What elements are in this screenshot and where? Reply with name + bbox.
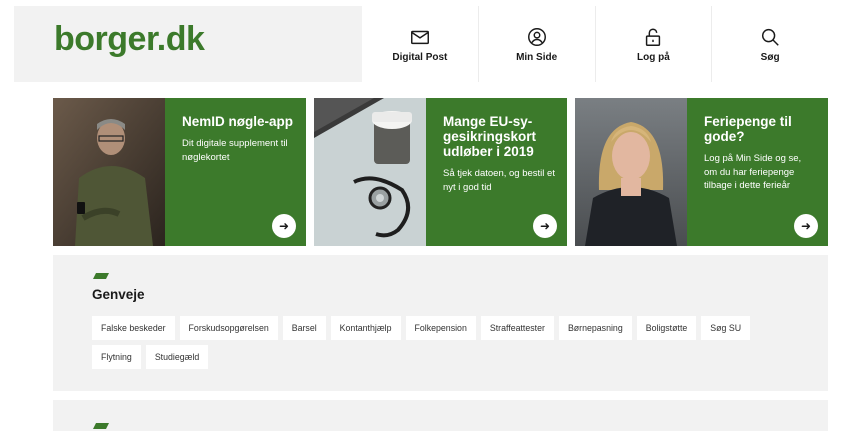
card-text: Dit digitale supplement til nøglekortet (182, 138, 288, 163)
card-content: NemID nøgle-app Dit digitale supplement … (165, 98, 306, 246)
genveje-section: Genveje Falske beskeder Forskudsopgørels… (53, 255, 828, 391)
arrow-right-icon[interactable]: ➜ (533, 214, 557, 238)
card-image-stethoscope (314, 98, 426, 246)
card-nemid[interactable]: NemID nøgle-app Dit digitale supplement … (53, 98, 306, 246)
arrow-right-icon[interactable]: ➜ (794, 214, 818, 238)
nav-label: Søg (760, 51, 780, 63)
shortcut-link[interactable]: Folkepension (405, 316, 476, 340)
shortcut-links: Falske beskeder Forskudsopgørelsen Barse… (92, 316, 782, 369)
next-section (53, 400, 828, 431)
section-title: Genveje (92, 287, 145, 302)
search-icon (762, 28, 779, 46)
shortcut-link[interactable]: Barsel (282, 316, 326, 340)
top-nav: Digital Post Min Side Log på Søg (362, 6, 828, 82)
nav-sog[interactable]: Søg (711, 6, 828, 82)
nav-label: Log på (636, 51, 670, 63)
envelope-icon (410, 30, 429, 44)
user-icon (527, 27, 546, 46)
nav-min-side[interactable]: Min Side (477, 6, 595, 82)
site-header: borger.dk Digital Post Min Side Log på S… (14, 6, 828, 82)
card-image-man-phone (53, 98, 165, 246)
card-eu-sygesikringskort[interactable]: Mange EU-sy-gesikringskort udløber i 201… (314, 98, 567, 246)
card-title: Mange EU-sy-gesikringskort udløber i 201… (443, 114, 537, 159)
card-text: Så tjek datoen, og bestil et nyt i god t… (443, 168, 555, 193)
card-feriepenge[interactable]: Feriepenge til gode? Log på Min Side og … (575, 98, 828, 246)
shortcut-link[interactable]: Flytning (92, 345, 141, 369)
card-image-woman (575, 98, 687, 246)
shortcut-link[interactable]: Boligstøtte (636, 316, 697, 340)
shortcut-link[interactable]: Kontanthjælp (330, 316, 401, 340)
promo-cards: NemID nøgle-app Dit digitale supplement … (53, 98, 828, 246)
shortcut-link[interactable]: Falske beskeder (92, 316, 175, 340)
card-title: Feriepenge til gode? (704, 114, 792, 144)
shortcut-link[interactable]: Søg SU (701, 316, 751, 340)
card-title: NemID nøgle-app (182, 114, 294, 129)
nav-digital-post[interactable]: Digital Post (362, 6, 478, 82)
card-text: Log på Min Side og se, om du har feriepe… (704, 153, 802, 191)
borger-dk-logo[interactable]: borger.dk (54, 20, 205, 59)
shortcut-link[interactable]: Straffeattester (480, 316, 554, 340)
stripe-decoration-icon (93, 423, 109, 429)
stripe-decoration-icon (93, 273, 109, 279)
card-content: Mange EU-sy-gesikringskort udløber i 201… (426, 98, 567, 246)
lock-icon (646, 27, 661, 46)
card-content: Feriepenge til gode? Log på Min Side og … (687, 98, 828, 246)
shortcut-link[interactable]: Studiegæld (145, 345, 209, 369)
nav-label: Digital Post (392, 51, 448, 63)
nav-log-pa[interactable]: Log på (594, 6, 712, 82)
shortcut-link[interactable]: Børnepasning (558, 316, 632, 340)
shortcut-link[interactable]: Forskudsopgørelsen (179, 316, 278, 340)
nav-label: Min Side (516, 51, 558, 63)
arrow-right-icon[interactable]: ➜ (272, 214, 296, 238)
